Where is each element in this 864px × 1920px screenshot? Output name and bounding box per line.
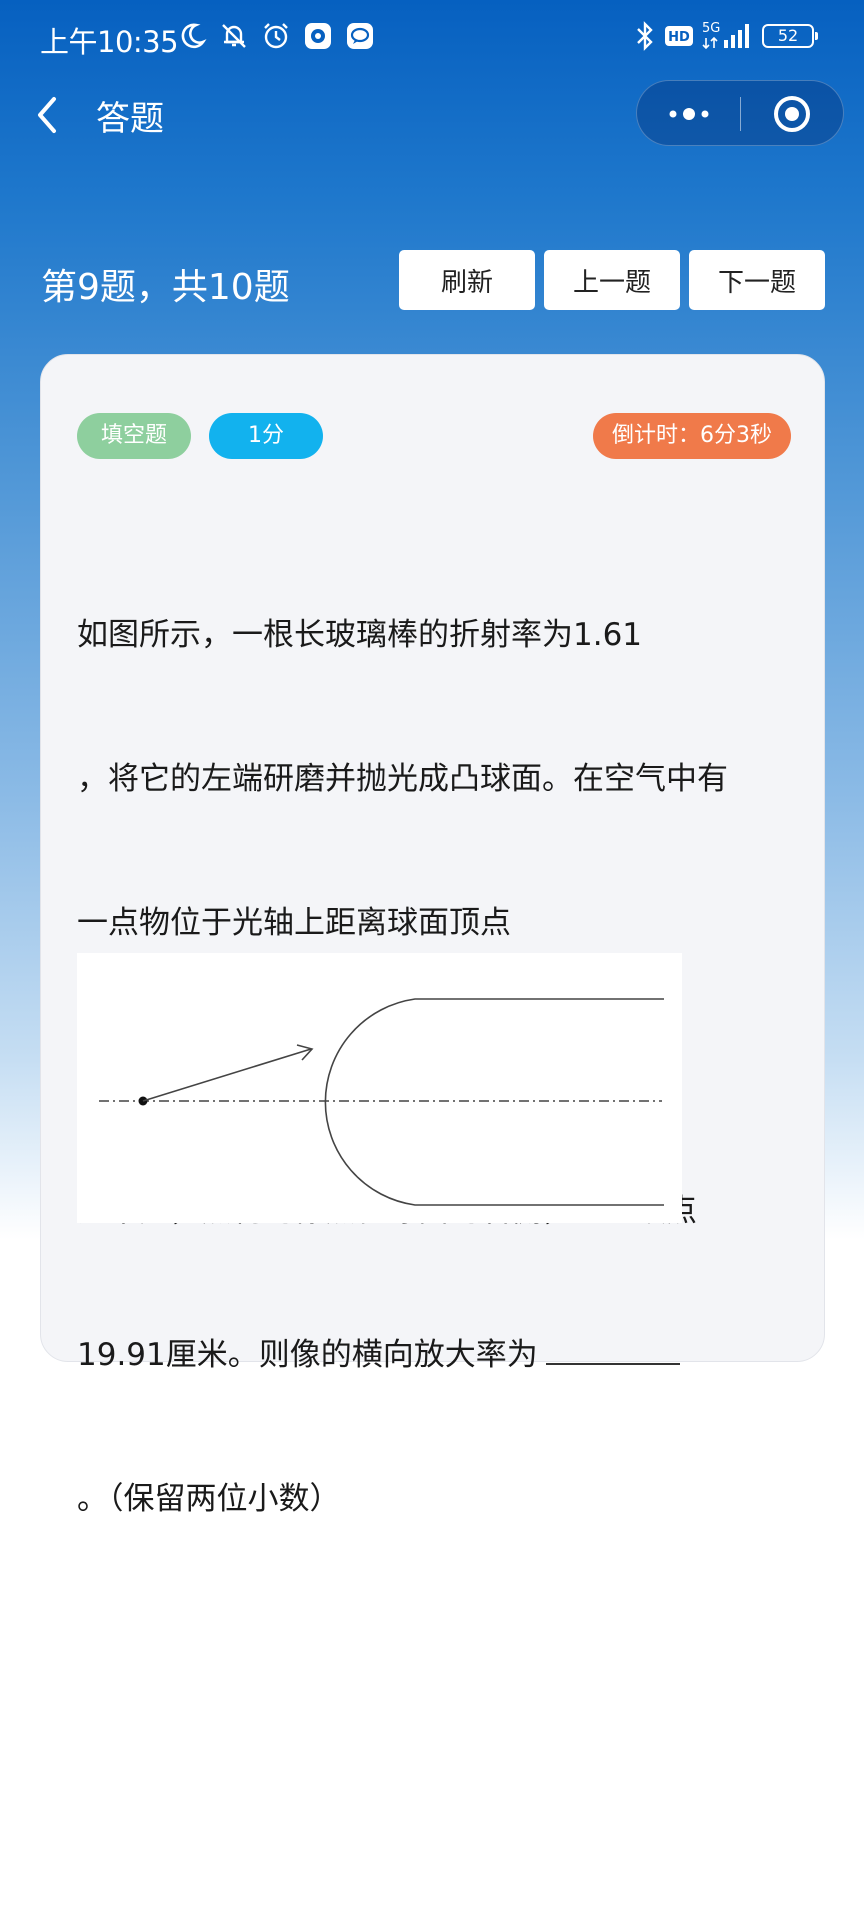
screen: 上午10:35 HD 5G 52 答题 第9题，共10题 刷新 上一题 下一题 … bbox=[0, 0, 864, 1920]
bluetooth-icon bbox=[637, 21, 653, 51]
question-progress: 第9题，共10题 bbox=[41, 267, 290, 308]
refresh-button[interactable]: 刷新 bbox=[399, 250, 535, 310]
status-time: 上午10:35 bbox=[40, 25, 179, 59]
mute-bell-icon bbox=[222, 24, 246, 48]
5g-signal-icon: 5G bbox=[702, 21, 749, 50]
question-line: 如图所示，一根长玻璃棒的折射率为1.61 bbox=[77, 617, 643, 653]
alarm-icon bbox=[264, 23, 288, 49]
mini-program-capsule bbox=[636, 80, 844, 146]
capsule-divider bbox=[740, 97, 741, 131]
next-question-button[interactable]: 下一题 bbox=[689, 250, 825, 310]
previous-question-button[interactable]: 上一题 bbox=[544, 250, 680, 310]
incident-ray bbox=[142, 1048, 312, 1102]
back-chevron-icon[interactable] bbox=[30, 93, 66, 137]
network-label: 5G bbox=[702, 21, 720, 36]
answer-blank-input[interactable] bbox=[545, 1333, 680, 1365]
hd-icon: HD bbox=[665, 26, 693, 46]
target-circle-icon[interactable] bbox=[771, 93, 813, 135]
hd-label: HD bbox=[668, 30, 690, 45]
moon-icon bbox=[181, 23, 207, 49]
question-type-badge: 填空题 bbox=[77, 413, 191, 459]
question-line-with-blank: 19.91厘米。则像的横向放大率为 bbox=[77, 1331, 797, 1379]
app-icon bbox=[305, 23, 331, 49]
status-left-icons bbox=[176, 20, 376, 52]
glass-rod-outline bbox=[324, 998, 664, 1206]
score-badge: 1分 bbox=[209, 413, 323, 459]
question-line: 19.91厘米。则像的横向放大率为 bbox=[77, 1337, 538, 1373]
page-title: 答题 bbox=[96, 99, 164, 139]
glass-rod-diagram bbox=[77, 953, 682, 1223]
countdown-timer-badge: 倒计时：6分3秒 bbox=[593, 413, 791, 459]
more-dots-icon[interactable] bbox=[665, 99, 713, 129]
question-line: 一点物位于光轴上距离球面顶点 bbox=[77, 905, 511, 941]
chat-icon bbox=[347, 23, 373, 49]
question-card: 填空题 1分 倒计时：6分3秒 如图所示，一根长玻璃棒的折射率为1.61 ，将它… bbox=[40, 354, 825, 1517]
status-right-icons: HD 5G 52 bbox=[634, 20, 818, 52]
battery-indicator: 52 bbox=[762, 24, 818, 48]
question-line: 。（保留两位小数） bbox=[77, 1481, 341, 1517]
status-bar: 上午10:35 HD 5G 52 bbox=[0, 0, 864, 80]
question-line: ，将它的左端研磨并抛光成凸球面。在空气中有 bbox=[77, 761, 728, 797]
